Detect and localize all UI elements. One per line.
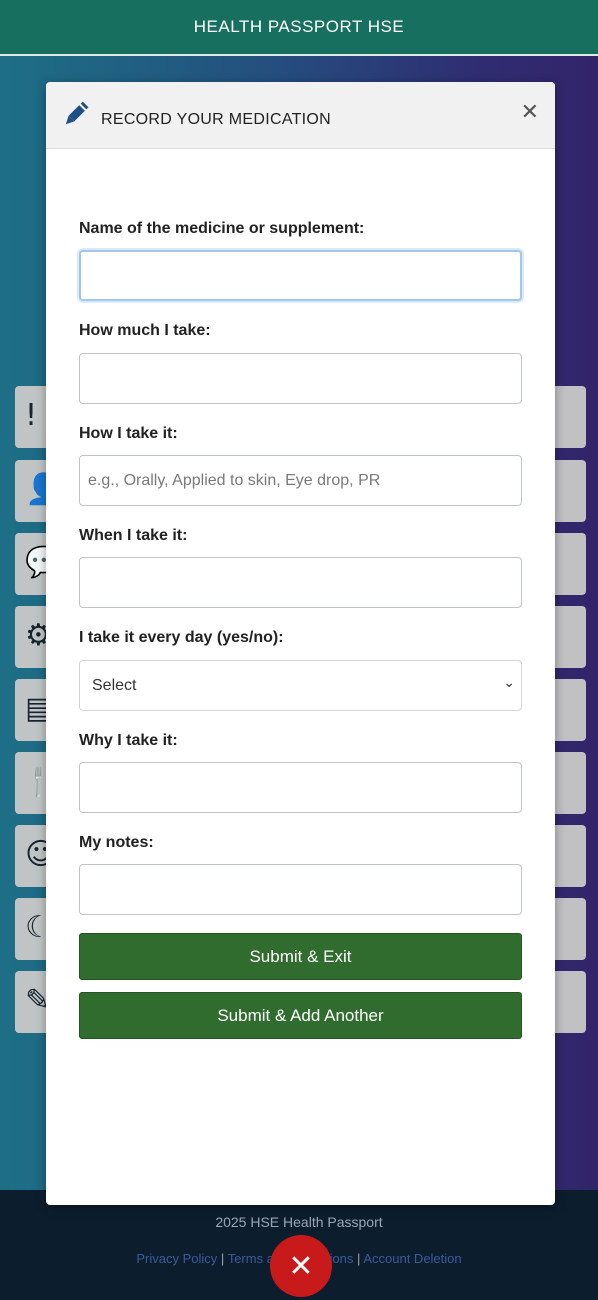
- modal-title: RECORD YOUR MEDICATION: [101, 111, 332, 128]
- modal-close-icon[interactable]: ✕: [521, 100, 539, 125]
- close-fab-button[interactable]: ✕: [270, 1235, 332, 1297]
- footer-separator: |: [220, 1251, 225, 1266]
- method-label: How I take it:: [79, 425, 178, 442]
- app-header: HEALTH PASSPORT HSE: [0, 0, 598, 56]
- when-input[interactable]: [79, 557, 522, 608]
- amount-input[interactable]: [79, 353, 522, 404]
- close-icon: ✕: [288, 1248, 314, 1284]
- footer-copyright: 2025 HSE Health Passport: [215, 1214, 383, 1230]
- name-label: Name of the medicine or supplement:: [79, 220, 365, 237]
- daily-label: I take it every day (yes/no):: [79, 629, 284, 646]
- exclamation-icon: !: [25, 398, 38, 433]
- why-label: Why I take it:: [79, 732, 178, 749]
- daily-select[interactable]: Select ⌄: [79, 660, 522, 711]
- method-input[interactable]: [79, 455, 522, 506]
- notes-label: My notes:: [79, 834, 154, 851]
- modal-header: RECORD YOUR MEDICATION ✕: [46, 82, 555, 149]
- medication-modal: RECORD YOUR MEDICATION ✕ Name of the med…: [46, 82, 555, 1205]
- when-label: When I take it:: [79, 527, 188, 544]
- app-title: HEALTH PASSPORT HSE: [193, 17, 405, 36]
- medicine-name-input[interactable]: [79, 250, 522, 301]
- footer-separator: |: [357, 1251, 361, 1266]
- daily-select-value: Select: [92, 676, 137, 694]
- submit-add-another-button[interactable]: Submit & Add Another: [79, 992, 522, 1039]
- submit-exit-button[interactable]: Submit & Exit: [79, 933, 522, 980]
- why-input[interactable]: [79, 762, 522, 813]
- privacy-policy-link[interactable]: Privacy Policy: [136, 1251, 217, 1266]
- pencil-icon: [65, 101, 89, 125]
- notes-input[interactable]: [79, 864, 522, 915]
- amount-label: How much I take:: [79, 322, 211, 339]
- chevron-down-icon: ⌄: [503, 675, 515, 691]
- account-deletion-link[interactable]: Account Deletion: [363, 1251, 461, 1266]
